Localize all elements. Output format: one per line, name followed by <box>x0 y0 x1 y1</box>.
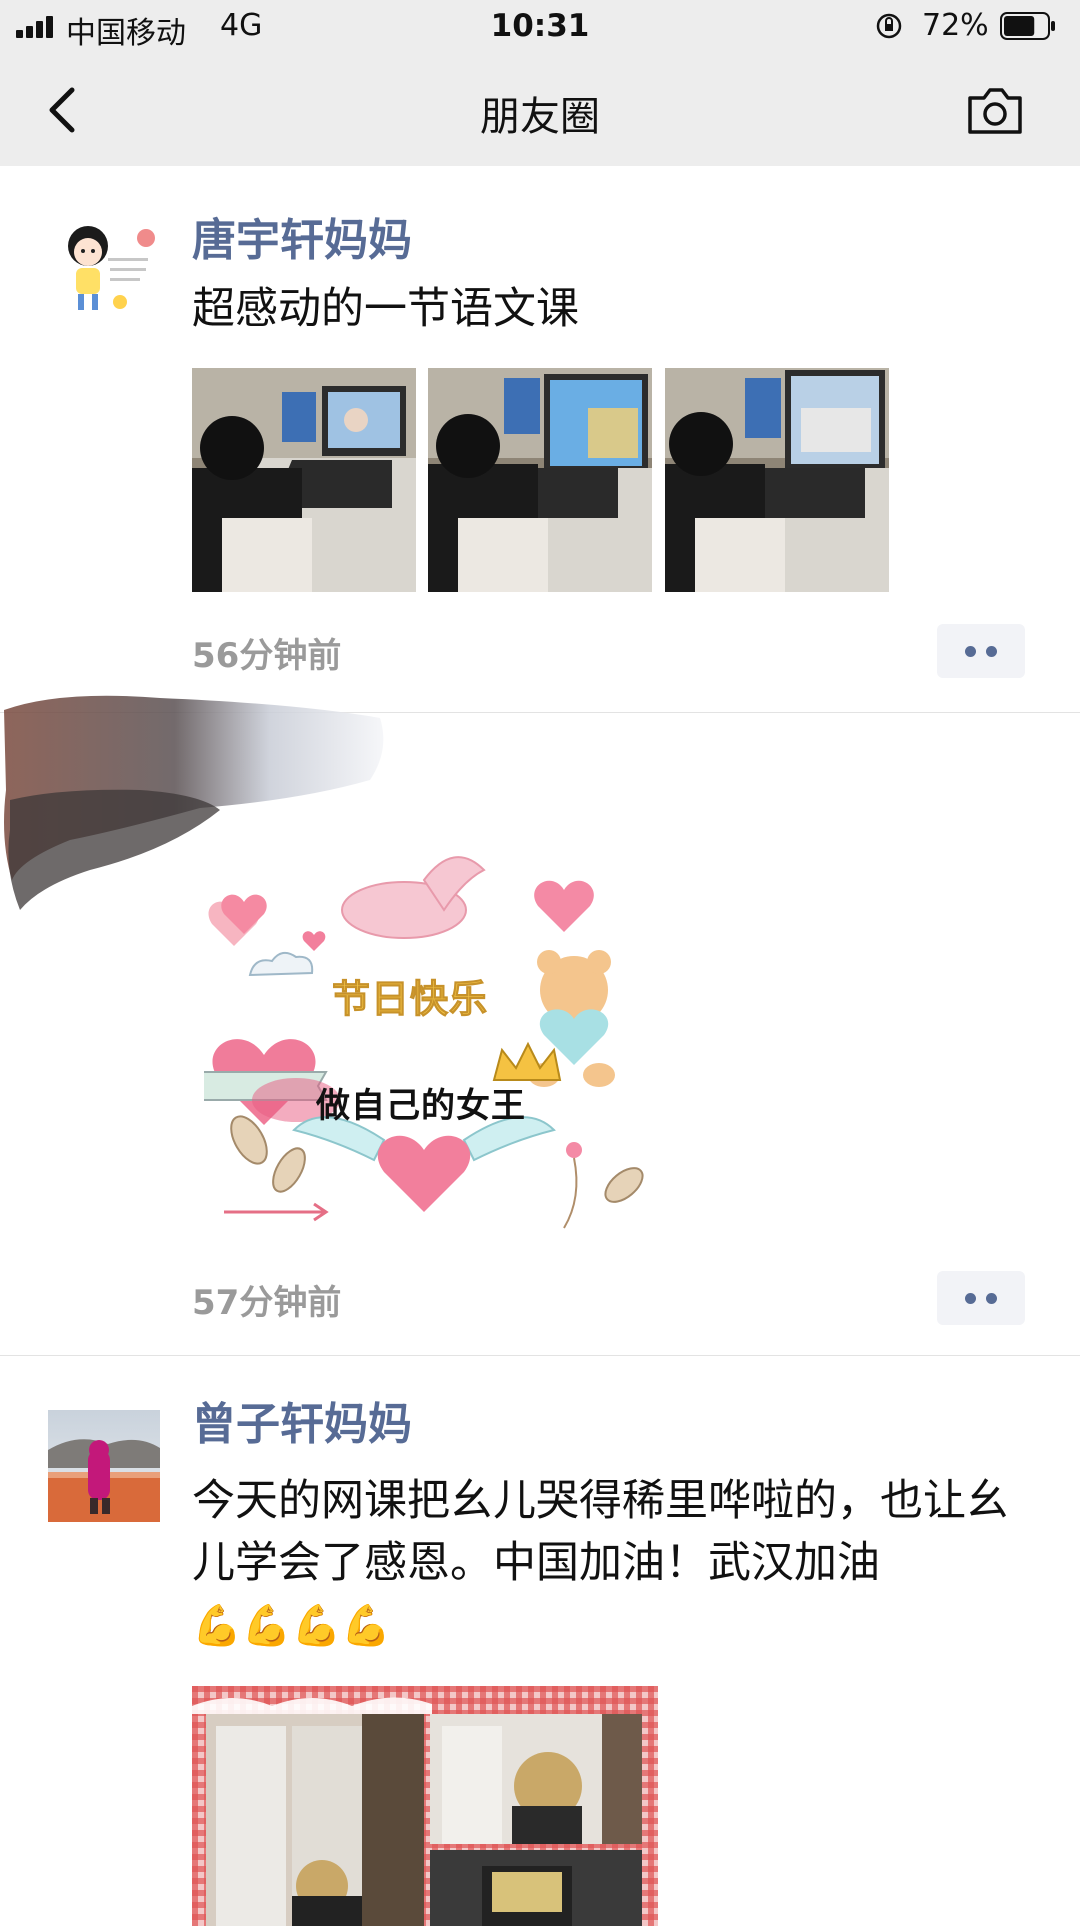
feed-post: 唐宇轩妈妈 超感动的一节语文课 56分钟前 <box>0 166 1080 714</box>
post-photo[interactable] <box>665 368 889 592</box>
post-timestamp: 56分钟前 <box>192 636 342 676</box>
post-text-body: 今天的网课把幺儿哭得稀里哗啦的，也让幺儿学会了感恩。中国加油！武汉加油 <box>192 1476 1009 1588</box>
festive-illustration <box>204 840 664 1240</box>
dot-icon <box>986 1293 997 1304</box>
avatar-photo-outdoor <box>48 1410 160 1522</box>
post-author[interactable]: 曾子轩妈妈 <box>192 1388 412 1452</box>
battery-percent: 72% <box>922 8 989 43</box>
photo-child-at-computer <box>428 368 652 592</box>
post-photo-collage[interactable] <box>192 1686 658 1926</box>
avatar[interactable] <box>48 218 160 330</box>
rotation-lock-icon <box>876 13 902 39</box>
status-bar: 中国移动 4G 10:31 72% <box>0 0 1080 54</box>
post-photo[interactable] <box>428 368 652 592</box>
more-actions-button[interactable] <box>937 1271 1025 1325</box>
post-author[interactable]: 唐宇轩妈妈 <box>192 204 412 268</box>
dot-icon <box>965 646 976 657</box>
post-timestamp: 57分钟前 <box>192 1283 342 1323</box>
photo-child-at-computer <box>665 368 889 592</box>
avatar[interactable] <box>48 1410 160 1522</box>
post-photo[interactable] <box>192 368 416 592</box>
camera-button[interactable] <box>964 82 1026 138</box>
feed-post: 曾子轩妈妈 今天的网课把幺儿哭得稀里哗啦的，也让幺儿学会了感恩。中国加油！武汉加… <box>0 1356 1080 1926</box>
more-actions-button[interactable] <box>937 624 1025 678</box>
card-greeting-text: 节日快乐 <box>331 977 489 1022</box>
avatar-girl-cartoon <box>48 218 160 330</box>
nav-bar: 朋友圈 <box>0 54 1080 166</box>
post-image-card[interactable]: 节日快乐 做自己的女王 <box>204 840 664 1240</box>
dot-icon <box>986 646 997 657</box>
card-slogan-text: 做自己的女王 <box>316 1086 526 1126</box>
battery-icon <box>1000 12 1055 40</box>
top-bar: 中国移动 4G 10:31 72% 朋友圈 <box>0 0 1080 166</box>
photo-child-at-computer <box>192 368 416 592</box>
post-text: 超感动的一节语文课 <box>192 284 579 334</box>
flexed-biceps-emoji: 💪💪💪💪 <box>192 1603 392 1649</box>
status-time: 10:31 <box>490 8 590 44</box>
page-title: 朋友圈 <box>480 94 600 140</box>
post-text: 今天的网课把幺儿哭得稀里哗啦的，也让幺儿学会了感恩。中国加油！武汉加油 💪💪💪💪 <box>192 1470 1032 1657</box>
collage-child-crying <box>192 1686 658 1926</box>
dot-icon <box>965 1293 976 1304</box>
